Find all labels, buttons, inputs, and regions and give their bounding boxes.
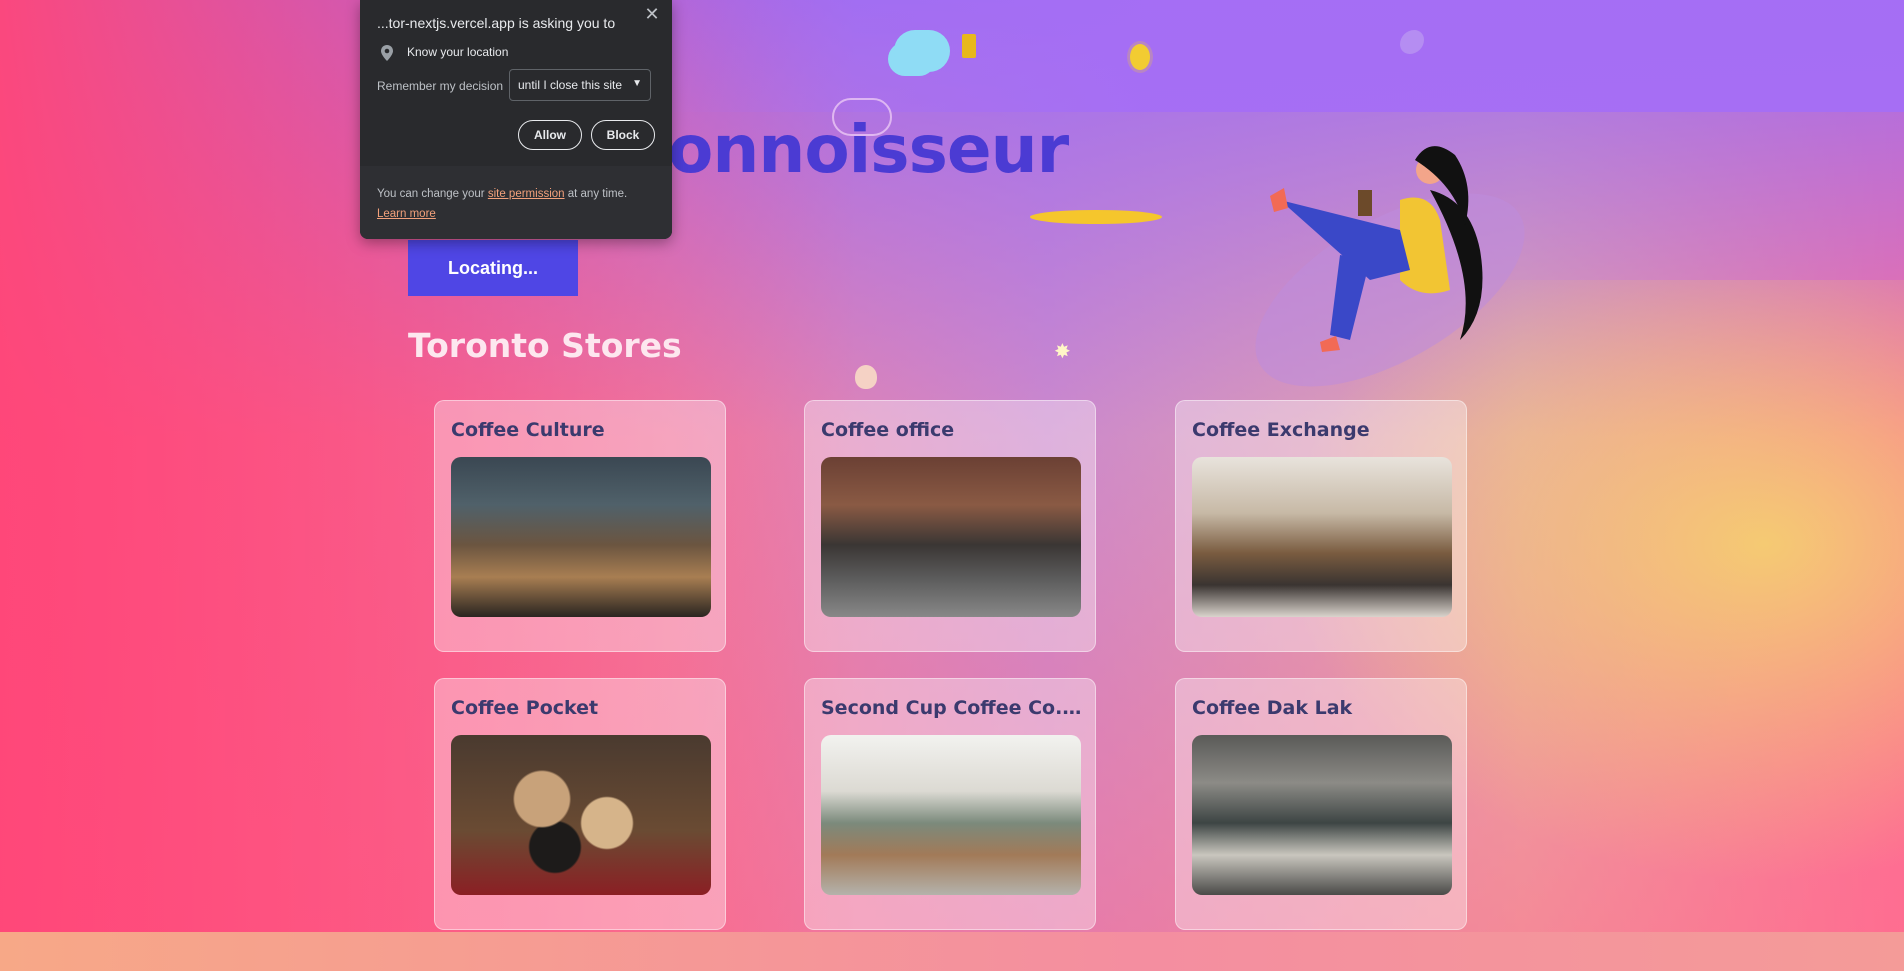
coffee-cup-decoration (962, 34, 976, 58)
locate-button[interactable]: Locating... (408, 240, 578, 296)
store-card-coffee-dak-lak[interactable]: Coffee Dak Lak (1175, 678, 1467, 930)
store-image (821, 735, 1081, 895)
store-name: Coffee office (821, 419, 955, 441)
block-button[interactable]: Block (591, 120, 655, 150)
store-card-coffee-culture[interactable]: Coffee Culture (434, 400, 726, 652)
remember-decision-value: until I close this site (518, 78, 623, 92)
dropdown-caret-icon: ▼ (632, 78, 642, 89)
close-icon[interactable]: ✕ (640, 2, 664, 26)
remember-decision-select[interactable]: until I close this site ▼ (509, 69, 651, 101)
learn-more-link[interactable]: Learn more (377, 208, 436, 220)
store-card-coffee-pocket[interactable]: Coffee Pocket (434, 678, 726, 930)
footer-prefix: You can change your (377, 188, 485, 200)
sun-decoration (1130, 44, 1150, 70)
store-card-coffee-exchange[interactable]: Coffee Exchange (1175, 400, 1467, 652)
store-image (821, 457, 1081, 617)
blob-decoration (855, 365, 877, 389)
store-image (1192, 735, 1452, 895)
permission-title: ...tor-nextjs.vercel.app is asking you t… (377, 15, 616, 31)
permission-footer-text: You can change your site permission at a… (377, 184, 661, 224)
store-image (451, 457, 711, 617)
store-name: Coffee Culture (451, 419, 605, 441)
page-title: onnoisseur (668, 111, 1069, 188)
header-background (0, 0, 1904, 112)
store-image (1192, 457, 1452, 617)
store-name: Coffee Exchange (1192, 419, 1370, 441)
hero-illustration (1255, 146, 1525, 387)
location-pin-icon (381, 45, 393, 61)
allow-button[interactable]: Allow (518, 120, 582, 150)
store-image (451, 735, 711, 895)
footer-strip (0, 932, 1904, 971)
star-decoration: ✸ (1054, 341, 1071, 363)
store-card-coffee-office[interactable]: Coffee office (804, 400, 1096, 652)
site-permission-link[interactable]: site permission (488, 188, 565, 200)
yellow-oval-decoration (1030, 210, 1162, 224)
location-permission-dialog: ...tor-nextjs.vercel.app is asking you t… (360, 0, 672, 239)
store-name: Second Cup Coffee Co. fe... (821, 697, 1083, 719)
permission-footer: You can change your site permission at a… (360, 166, 672, 239)
remember-decision-label: Remember my decision (377, 79, 504, 93)
permission-request-label: Know your location (407, 45, 509, 59)
store-name: Coffee Pocket (451, 697, 599, 719)
store-name: Coffee Dak Lak (1192, 697, 1353, 719)
footer-suffix: at any time. (567, 188, 628, 200)
section-title: Toronto Stores (408, 326, 682, 365)
cloud-decoration (894, 30, 950, 72)
store-card-second-cup[interactable]: Second Cup Coffee Co. fe... (804, 678, 1096, 930)
